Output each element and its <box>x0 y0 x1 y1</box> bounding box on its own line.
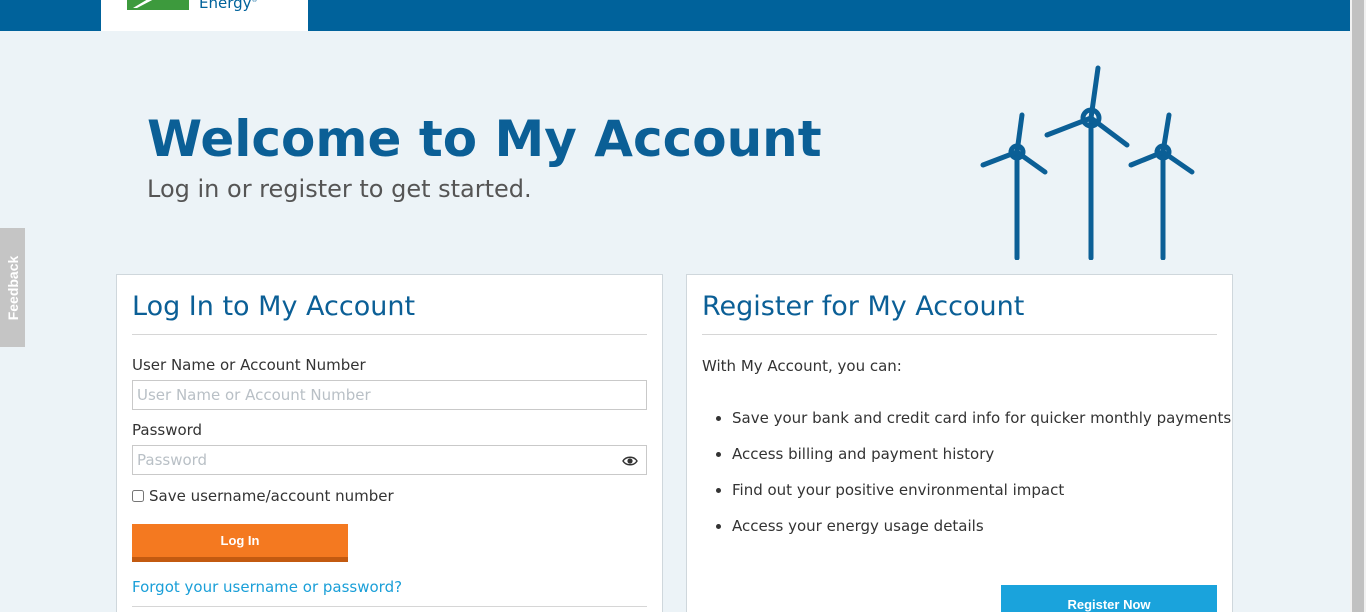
wind-turbines-illustration <box>980 65 1195 260</box>
benefits-list: Save your bank and credit card info for … <box>715 409 1231 553</box>
divider <box>132 334 647 335</box>
eye-icon[interactable] <box>622 453 638 469</box>
list-item: Access your energy usage details <box>715 517 1231 553</box>
password-field-wrapper <box>132 445 647 475</box>
register-card-title: Register for My Account <box>702 291 1025 322</box>
list-item: Access billing and payment history <box>715 445 1231 481</box>
feedback-label: Feedback <box>4 255 21 320</box>
page-subtitle: Log in or register to get started. <box>147 175 532 203</box>
list-item: Find out your positive environmental imp… <box>715 481 1231 517</box>
username-field-wrapper <box>132 380 647 410</box>
company-logo[interactable]: Energy® <box>101 0 308 31</box>
remember-username-checkbox[interactable] <box>132 490 144 502</box>
register-now-button[interactable]: Register Now <box>1001 585 1217 612</box>
username-input[interactable] <box>133 381 646 409</box>
login-card: Log In to My Account User Name or Accoun… <box>116 274 663 612</box>
page-title: Welcome to My Account <box>147 110 822 168</box>
remember-username-label: Save username/account number <box>149 487 394 505</box>
divider <box>132 606 647 607</box>
logo-icon <box>127 0 189 10</box>
top-navbar: Energy® <box>0 0 1350 31</box>
remember-username-option[interactable]: Save username/account number <box>132 487 394 505</box>
divider <box>702 334 1217 335</box>
login-card-title: Log In to My Account <box>132 291 416 322</box>
feedback-tab[interactable]: Feedback <box>0 228 25 347</box>
login-button[interactable]: Log In <box>132 524 348 562</box>
forgot-credentials-link[interactable]: Forgot your username or password? <box>132 578 402 596</box>
vertical-scrollbar[interactable] <box>1350 0 1366 612</box>
password-label: Password <box>132 421 203 439</box>
scrollbar-thumb[interactable] <box>1352 0 1364 612</box>
list-item: Save your bank and credit card info for … <box>715 409 1231 445</box>
register-intro: With My Account, you can: <box>702 357 902 375</box>
password-input[interactable] <box>133 446 646 474</box>
username-label: User Name or Account Number <box>132 356 366 374</box>
logo-text: Energy® <box>199 0 258 12</box>
register-card: Register for My Account With My Account,… <box>686 274 1233 612</box>
